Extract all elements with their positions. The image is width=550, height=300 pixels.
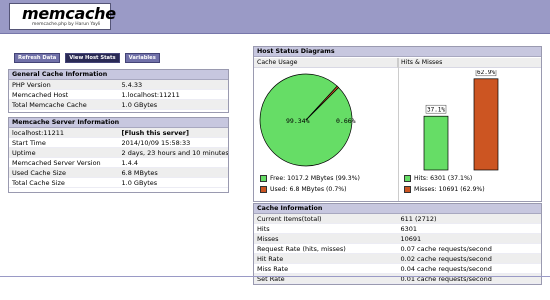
row-value: 1.0 GBytes — [121, 101, 158, 109]
row-key: Hit Rate — [257, 255, 284, 263]
table-row: Memcached Host 1.localhost:11211 — [9, 90, 228, 100]
table-row: Used Cache Size 6.8 MBytes — [9, 168, 228, 178]
app-title: memcache — [22, 4, 116, 23]
pie-label-used: 0.66% — [336, 117, 356, 125]
general-cache-info-panel: General Cache Information PHP Version 5.… — [8, 69, 229, 113]
panel-title: Memcache Server Information — [9, 118, 228, 128]
used-legend: Used: 6.8 MBytes (0.7%) — [260, 186, 347, 193]
server-host: localhost:11211 — [12, 129, 65, 137]
pie-label-free: 99.34% — [286, 117, 310, 125]
row-value: 6.8 MBytes — [121, 169, 158, 177]
table-row: Total Cache Size 1.0 GBytes — [9, 178, 228, 188]
hits-misses-heading: Hits & Misses — [398, 58, 541, 68]
bar-hits — [423, 115, 449, 171]
hits-legend-text: Hits: 6301 (37.1%) — [414, 175, 473, 182]
cache-info-rows: Current Items(total) 611 (2712) Hits 630… — [254, 214, 541, 284]
flush-server-link[interactable]: [Flush this server] — [119, 128, 229, 137]
column-divider — [398, 58, 399, 201]
table-row: Uptime 2 days, 23 hours and 10 minutes — [9, 148, 228, 158]
table-row: Hit Rate 0.02 cache requests/second — [254, 254, 541, 264]
table-row: Hits 6301 — [254, 224, 541, 234]
row-value: 1.4.4 — [121, 159, 139, 167]
row-key: PHP Version — [12, 81, 51, 89]
misses-swatch — [404, 186, 411, 193]
refresh-data-button[interactable]: Refresh Data — [14, 53, 61, 63]
row-key: Start Time — [12, 139, 46, 147]
view-host-stats-button[interactable]: View Host Stats — [65, 53, 120, 63]
row-key: Request Rate (hits, misses) — [257, 245, 346, 253]
free-swatch — [260, 175, 267, 182]
variables-button[interactable]: Variables — [124, 53, 160, 63]
row-value: 2 days, 23 hours and 10 minutes — [121, 149, 229, 157]
table-row: Miss Rate 0.04 cache requests/second — [254, 264, 541, 274]
hits-swatch — [404, 175, 411, 182]
row-key: Misses — [257, 235, 279, 243]
row-key: Current Items(total) — [257, 215, 322, 223]
header-bar: memcache memcache.php by Harun Yayli — [0, 0, 550, 34]
row-value: 0.07 cache requests/second — [400, 245, 492, 253]
bar-misses — [473, 78, 499, 171]
table-row: localhost:11211 [Flush this server] — [9, 128, 228, 138]
panel-title: Cache Information — [254, 204, 541, 214]
free-legend: Free: 1017.2 MBytes (99.3%) — [260, 175, 360, 182]
logo: memcache memcache.php by Harun Yayli — [9, 3, 116, 30]
row-value: 0.04 cache requests/second — [400, 265, 492, 273]
toolbar: Refresh Data View Host Stats Variables — [14, 53, 160, 63]
row-value: 6301 — [400, 225, 418, 233]
row-value: 10691 — [400, 235, 422, 243]
misses-legend: Misses: 10691 (62.9%) — [404, 186, 485, 193]
row-key: Hits — [257, 225, 270, 233]
cache-usage-heading: Cache Usage — [254, 58, 398, 68]
server-info-panel: Memcache Server Information localhost:11… — [8, 117, 229, 193]
free-legend-text: Free: 1017.2 MBytes (99.3%) — [270, 175, 360, 182]
table-row: Request Rate (hits, misses) 0.07 cache r… — [254, 244, 541, 254]
table-row: Memcached Server Version 1.4.4 — [9, 158, 228, 168]
host-status-diagrams-panel: Host Status Diagrams Cache Usage Hits & … — [253, 46, 542, 202]
row-value: 611 (2712) — [400, 215, 437, 223]
table-row: Total Memcache Cache 1.0 GBytes — [9, 100, 228, 110]
misses-legend-text: Misses: 10691 (62.9%) — [414, 186, 485, 193]
table-row: PHP Version 5.4.33 — [9, 80, 228, 90]
bar-label-misses: 62.9% — [477, 70, 495, 76]
bar-label-hits: 37.1% — [427, 106, 445, 113]
row-key: Total Cache Size — [12, 179, 65, 187]
footer-divider — [0, 276, 550, 277]
table-row: Misses 10691 — [254, 234, 541, 244]
cache-usage-pie-chart: 99.34% 0.66% — [259, 73, 356, 167]
panel-title: Host Status Diagrams — [254, 47, 541, 57]
panel-title: General Cache Information — [9, 70, 228, 80]
used-legend-text: Used: 6.8 MBytes (0.7%) — [270, 186, 347, 193]
row-key: Uptime — [12, 149, 36, 157]
table-row: Start Time 2014/10/09 15:58:33 — [9, 138, 228, 148]
row-value: 1.0 GBytes — [121, 179, 158, 187]
row-key: Memcached Host — [12, 91, 69, 99]
server-info-rows: localhost:11211 [Flush this server] Star… — [9, 128, 228, 188]
hits-legend: Hits: 6301 (37.1%) — [404, 175, 472, 182]
used-swatch — [260, 186, 267, 193]
cache-info-panel: Cache Information Current Items(total) 6… — [253, 203, 542, 285]
table-row: Current Items(total) 611 (2712) — [254, 214, 541, 224]
row-key: Memcached Server Version — [12, 159, 101, 167]
row-key: Used Cache Size — [12, 169, 66, 177]
app-subtitle: memcache.php by Harun Yayli — [32, 22, 101, 27]
hits-misses-bar-chart: 37.1% 62.9% — [423, 70, 499, 171]
row-value: 5.4.33 — [121, 81, 143, 89]
row-value: 0.02 cache requests/second — [400, 255, 492, 263]
general-info-rows: PHP Version 5.4.33 Memcached Host 1.loca… — [9, 80, 228, 110]
row-key: Miss Rate — [257, 265, 289, 273]
row-key: Total Memcache Cache — [12, 101, 87, 109]
row-value: 1.localhost:11211 — [121, 91, 180, 99]
row-value: 2014/10/09 15:58:33 — [121, 139, 191, 147]
